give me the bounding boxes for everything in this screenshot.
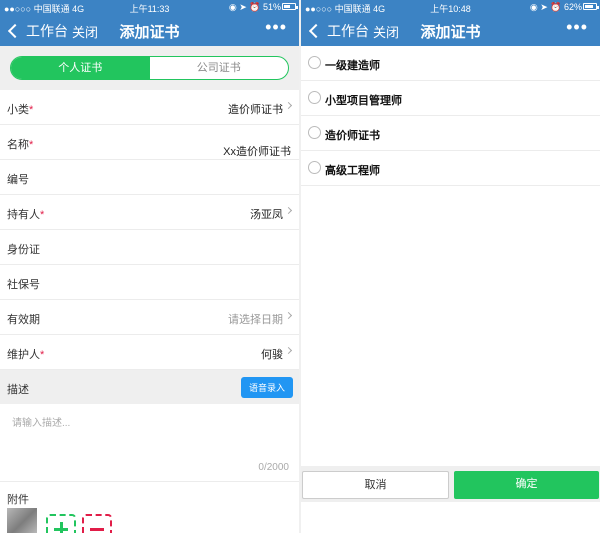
remove-attachment-icon[interactable] <box>82 514 112 533</box>
status-indicators: ◉ ➤ ⏰ 51% <box>228 2 281 12</box>
attachment-section: 附件 <box>0 482 299 533</box>
field-label: 名称* <box>7 139 34 151</box>
field-label: 社保号 <box>7 279 40 291</box>
field-number[interactable]: 编号 <box>0 160 299 195</box>
radio-icon[interactable] <box>308 161 321 174</box>
battery-icon <box>583 3 599 10</box>
screen-select-certificate: ●●○○○ 中国联通 4G 上午10:48 ◉ ➤ ⏰ 62% 工作台 关闭 添… <box>301 0 600 533</box>
date-placeholder: 请选择日期 <box>228 314 283 326</box>
chevron-right-icon <box>284 206 293 215</box>
field-label: 持有人* <box>7 209 45 221</box>
field-value: 汤亚凤 <box>250 209 283 221</box>
page-title: 添加证书 <box>420 24 481 41</box>
field-label: 小类* <box>7 104 34 116</box>
option-item[interactable]: 小型项目管理师 <box>301 81 600 116</box>
field-holder[interactable]: 持有人* 汤亚凤 <box>0 195 299 230</box>
voice-input-button[interactable]: 语音录入 <box>240 377 293 398</box>
option-label: 造价师证书 <box>325 130 380 142</box>
nav-bar: 工作台 关闭 添加证书 ••• <box>301 14 600 46</box>
action-footer: 取消 确定 <box>301 468 600 502</box>
field-value: 造价师证书 <box>228 104 283 116</box>
confirm-button[interactable]: 确定 <box>454 471 599 499</box>
field-maintainer[interactable]: 维护人* 何骏 <box>0 335 299 370</box>
option-item[interactable]: 高级工程师 <box>301 151 600 186</box>
field-value: Xx造价师证书 <box>223 146 291 158</box>
description-placeholder: 请输入描述... <box>12 418 71 429</box>
chevron-right-icon <box>284 311 293 320</box>
field-name[interactable]: 名称* Xx造价师证书 <box>0 125 299 160</box>
field-id-card[interactable]: 身份证 <box>0 230 299 265</box>
battery-icon <box>282 3 298 10</box>
option-item[interactable]: 一级建造师 <box>301 46 600 81</box>
status-bar: ●●○○○ 中国联通 4G 上午10:48 ◉ ➤ ⏰ 62% <box>301 0 600 14</box>
field-label: 身份证 <box>7 244 40 256</box>
chevron-right-icon <box>284 101 293 110</box>
field-label: 编号 <box>7 174 29 186</box>
page-title: 添加证书 <box>119 24 180 41</box>
status-indicators: ◉ ➤ ⏰ 62% <box>529 2 582 12</box>
field-label: 维护人* <box>7 349 45 361</box>
field-label: 有效期 <box>7 314 40 326</box>
tab-personal-certificate[interactable]: 个人证书 <box>11 57 150 79</box>
radio-icon[interactable] <box>308 91 321 104</box>
nav-bar: 工作台 关闭 添加证书 ••• <box>0 14 299 46</box>
radio-icon[interactable] <box>308 56 321 69</box>
description-input[interactable]: 请输入描述... 0/2000 <box>0 404 299 482</box>
attachment-label: 附件 <box>7 494 29 506</box>
chevron-right-icon <box>284 346 293 355</box>
screen-add-certificate-form: ●●○○○ 中国联通 4G 上午11:33 ◉ ➤ ⏰ 51% 工作台 关闭 添… <box>0 0 299 533</box>
field-subcategory[interactable]: 小类* 造价师证书 <box>0 90 299 125</box>
option-label: 高级工程师 <box>325 165 380 177</box>
radio-icon[interactable] <box>308 126 321 139</box>
field-value: 何骏 <box>261 349 283 361</box>
cancel-button[interactable]: 取消 <box>302 471 449 499</box>
option-item[interactable]: 造价师证书 <box>301 116 600 151</box>
description-header: 描述 语音录入 <box>0 370 299 404</box>
status-bar: ●●○○○ 中国联通 4G 上午11:33 ◉ ➤ ⏰ 51% <box>0 0 299 14</box>
more-icon[interactable]: ••• <box>265 17 287 38</box>
field-social-security[interactable]: 社保号 <box>0 265 299 300</box>
option-label: 一级建造师 <box>325 60 380 72</box>
more-icon[interactable]: ••• <box>566 17 588 38</box>
bottom-blank <box>301 502 600 533</box>
certificate-type-switch: 个人证书 公司证书 <box>0 46 299 90</box>
field-validity[interactable]: 有效期 请选择日期 <box>0 300 299 335</box>
attachment-thumbnail[interactable] <box>7 508 37 533</box>
add-attachment-icon[interactable] <box>46 514 76 533</box>
character-counter: 0/2000 <box>258 462 289 473</box>
description-label: 描述 <box>7 384 29 396</box>
tab-company-certificate[interactable]: 公司证书 <box>150 57 289 79</box>
option-label: 小型项目管理师 <box>325 95 402 107</box>
